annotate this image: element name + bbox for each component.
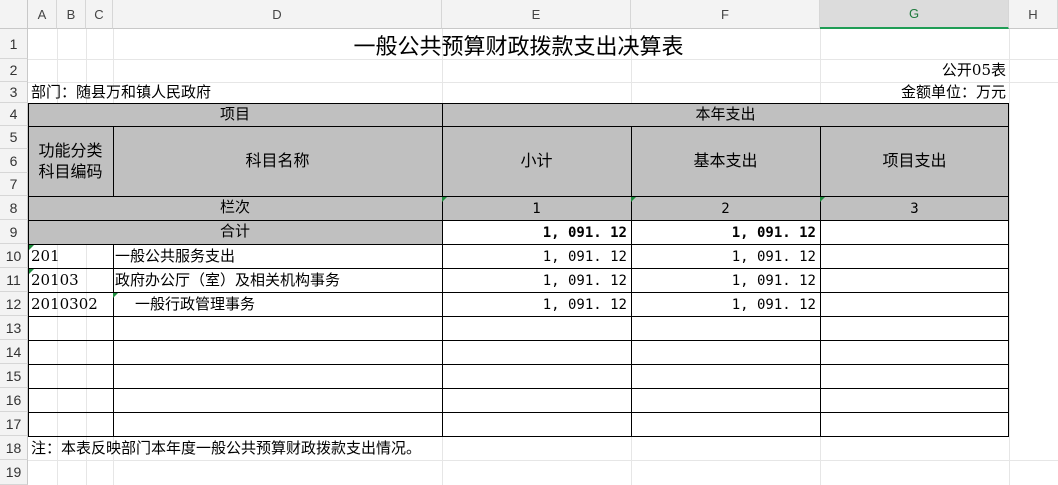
cell-indicator-marker: [631, 197, 636, 202]
total-label: 合计: [219, 222, 250, 240]
item-subtotal[interactable]: 1, 091. 12: [442, 298, 627, 312]
row-header-1[interactable]: 1: [0, 29, 28, 59]
column-header-a[interactable]: A: [28, 0, 57, 29]
column-order-3: 3: [910, 201, 919, 217]
header-func-code-line2: 科目编码: [38, 162, 103, 181]
row-header-7[interactable]: 7: [0, 173, 28, 196]
item-subtotal[interactable]: 1, 091. 12: [442, 250, 627, 264]
item-basic[interactable]: 1, 091. 12: [631, 298, 816, 312]
row-header-3[interactable]: 3: [0, 82, 28, 103]
header-func-code-line1: 功能分类: [38, 141, 103, 160]
item-basic[interactable]: 1, 091. 12: [631, 250, 816, 264]
row-header-2[interactable]: 2: [0, 59, 28, 82]
header-item: 项目: [219, 105, 250, 123]
row-header-18[interactable]: 18: [0, 436, 28, 460]
item-code[interactable]: 201: [31, 249, 60, 264]
header-subtotal: 小计: [520, 151, 553, 170]
header-basic-expense: 基本支出: [693, 151, 758, 170]
item-code[interactable]: 2010302: [31, 297, 98, 312]
row-header-13[interactable]: 13: [0, 316, 28, 340]
row-header-10[interactable]: 10: [0, 244, 28, 268]
cell-indicator-marker: [29, 245, 34, 250]
row-header-5[interactable]: 5: [0, 126, 28, 149]
column-header-c[interactable]: C: [86, 0, 113, 29]
column-order-1: 1: [532, 201, 541, 217]
item-name[interactable]: 一般公共服务支出: [115, 249, 235, 264]
form-code: 公开05表: [941, 61, 1006, 79]
row-header-16[interactable]: 16: [0, 388, 28, 412]
column-header-h[interactable]: H: [1009, 0, 1058, 29]
row-header-11[interactable]: 11: [0, 268, 28, 292]
row-header-4[interactable]: 4: [0, 103, 28, 126]
cell-indicator-marker: [820, 197, 825, 202]
total-basic: 1, 091. 12: [731, 225, 816, 241]
row-header-6[interactable]: 6: [0, 149, 28, 173]
column-header-b[interactable]: B: [57, 0, 86, 29]
row-header-9[interactable]: 9: [0, 220, 28, 244]
column-header-d[interactable]: D: [113, 0, 442, 29]
cell-indicator-marker: [113, 293, 118, 298]
unit-label: 金额单位：万元: [900, 83, 1006, 101]
item-name[interactable]: 政府办公厅（室）及相关机构事务: [115, 273, 340, 288]
header-project-expense: 项目支出: [882, 151, 947, 170]
row-header-12[interactable]: 12: [0, 292, 28, 316]
cell-indicator-marker: [29, 269, 34, 274]
header-current-year-expense: 本年支出: [695, 105, 756, 123]
department-label: 部门：随县万和镇人民政府: [31, 83, 212, 101]
table-title: 一般公共预算财政拨款支出决算表: [353, 35, 684, 60]
row-header-17[interactable]: 17: [0, 412, 28, 436]
row-header-14[interactable]: 14: [0, 340, 28, 364]
select-all-corner[interactable]: [0, 0, 28, 29]
row-header-15[interactable]: 15: [0, 364, 28, 388]
cell-indicator-marker: [442, 197, 447, 202]
item-basic[interactable]: 1, 091. 12: [631, 274, 816, 288]
row-header-19[interactable]: 19: [0, 460, 28, 485]
row-header-8[interactable]: 8: [0, 196, 28, 220]
header-subject-name: 科目名称: [245, 151, 310, 170]
column-header-e[interactable]: E: [442, 0, 631, 29]
item-name[interactable]: 一般行政管理事务: [135, 297, 255, 312]
column-header-g[interactable]: G: [820, 0, 1009, 29]
footnote: 注：本表反映部门本年度一般公共预算财政拨款支出情况。: [31, 439, 422, 457]
total-subtotal: 1, 091. 12: [542, 225, 627, 241]
column-order-label: 栏次: [219, 198, 250, 216]
item-code[interactable]: 20103: [31, 273, 79, 288]
column-header-f[interactable]: F: [631, 0, 820, 29]
item-subtotal[interactable]: 1, 091. 12: [442, 274, 627, 288]
column-order-2: 2: [721, 201, 730, 217]
